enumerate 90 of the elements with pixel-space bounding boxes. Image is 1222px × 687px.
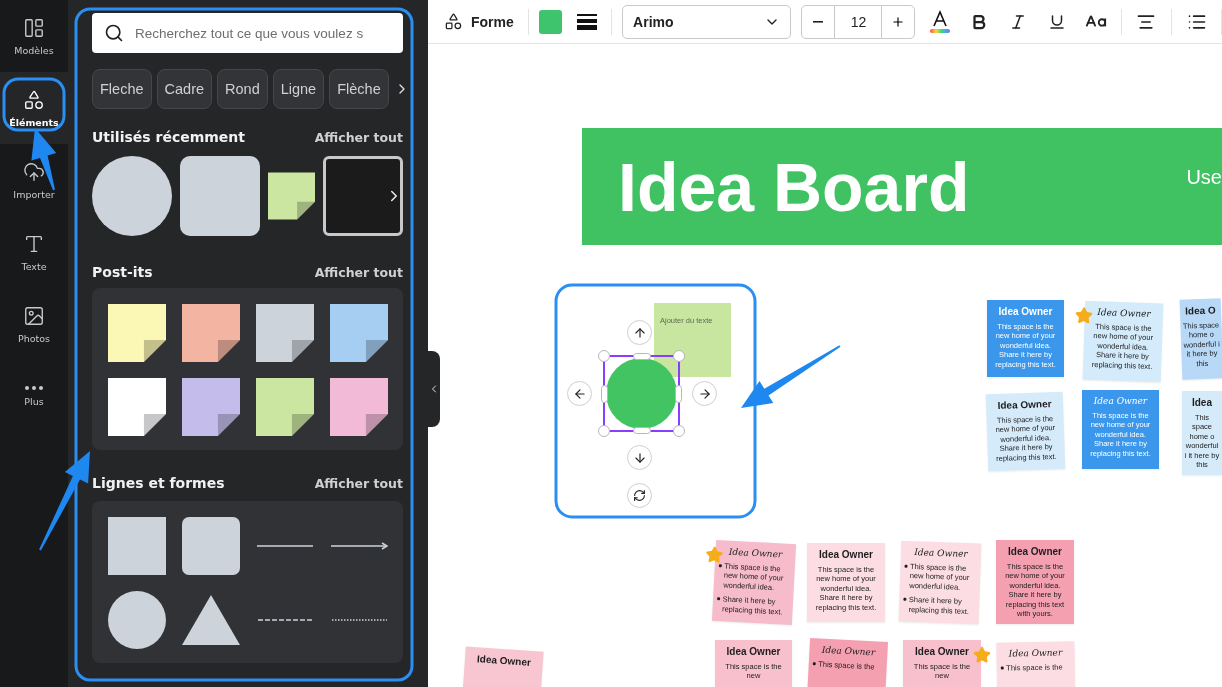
resize-handle[interactable] — [598, 350, 610, 362]
increase-size-button[interactable] — [881, 4, 916, 39]
move-right-button[interactable] — [692, 381, 717, 406]
line-shape[interactable] — [257, 544, 313, 548]
fill-color-swatch[interactable] — [538, 9, 563, 34]
note-title: Idea Owner — [997, 398, 1052, 411]
move-up-button[interactable] — [627, 320, 652, 345]
note-title: Idea O — [1185, 304, 1216, 317]
collapse-panel-button[interactable] — [428, 351, 440, 427]
shape-button[interactable]: Forme — [440, 5, 518, 38]
filter-chip[interactable]: Rond — [217, 69, 268, 109]
note-title: Idea Owner — [998, 306, 1053, 317]
move-down-button[interactable] — [627, 445, 652, 470]
rotate-button[interactable] — [627, 483, 652, 508]
arrow-right-icon — [697, 386, 712, 401]
board-subtitle: Use — [1186, 166, 1222, 189]
nav-item[interactable]: Texte — [0, 216, 68, 288]
dotted-line-shape[interactable] — [331, 618, 387, 622]
note-title: Idea Owner — [728, 546, 783, 560]
sticky-note-swatch[interactable] — [256, 304, 314, 362]
sticky-note-swatch[interactable] — [330, 304, 388, 362]
resize-handle[interactable] — [633, 427, 651, 434]
plus-icon — [891, 14, 906, 29]
filter-chip[interactable]: Ligne — [272, 69, 325, 109]
section-title: Post-its — [92, 264, 153, 280]
layout-icon — [23, 16, 45, 39]
image-icon — [23, 304, 45, 327]
sticky-note-swatch[interactable] — [182, 304, 240, 362]
note-title: Idea Owner — [915, 646, 969, 657]
bullet-dot — [718, 564, 722, 567]
note-title: Idea Owner — [1097, 307, 1151, 319]
resize-handle[interactable] — [601, 385, 608, 403]
resize-handle[interactable] — [675, 385, 682, 403]
rotate-icon — [633, 489, 646, 502]
section-title: Utilisés récemment — [92, 129, 245, 145]
dashed-line-shape[interactable] — [257, 618, 313, 622]
show-all-link[interactable]: Afficher tout — [314, 475, 403, 491]
sticky-note-swatch[interactable] — [182, 378, 240, 436]
bullet-dot — [904, 564, 908, 568]
line-weight-icon — [576, 13, 597, 30]
note-title: Idea Owner — [819, 549, 873, 560]
note-title: Idea — [1192, 397, 1212, 408]
nav-item[interactable]: Importer — [0, 144, 68, 216]
bullet-dot — [812, 662, 816, 665]
nav-item[interactable]: Modèles — [0, 0, 68, 72]
show-all-link[interactable]: Afficher tout — [314, 264, 403, 280]
note-title: Idea Owner — [1093, 396, 1148, 406]
dots-icon — [25, 385, 43, 390]
board-title: Idea Board — [618, 147, 970, 226]
move-left-button[interactable] — [567, 381, 592, 406]
font-size-field[interactable]: 12 — [835, 4, 882, 39]
note-title: Idea Owner — [1008, 647, 1063, 659]
filter-chip[interactable]: Flèche — [329, 69, 389, 109]
shapes-icon — [444, 12, 463, 31]
bullet-dot — [717, 597, 720, 600]
triangle-shape[interactable] — [182, 595, 240, 645]
frame-shape[interactable] — [323, 156, 403, 236]
note-title: Idea Owner — [726, 646, 781, 657]
highlight-frame — [2, 77, 66, 132]
sticky-note-swatch[interactable] — [108, 304, 166, 362]
minus-icon — [813, 20, 824, 23]
sticky-note-swatch[interactable] — [256, 378, 314, 436]
sticky-note-swatch[interactable] — [330, 378, 388, 436]
resize-handle[interactable] — [598, 425, 610, 437]
cloud-upload-icon — [23, 160, 45, 183]
arrow-line-shape[interactable] — [330, 542, 388, 550]
font-dropdown[interactable]: Arimo — [622, 4, 792, 39]
text-color-icon — [929, 9, 951, 34]
note-title: Idea Owner — [1008, 546, 1062, 557]
sticky-note-swatch[interactable] — [108, 378, 166, 436]
bullet-dot — [903, 597, 906, 601]
search-icon — [104, 23, 124, 43]
search-field[interactable]: Recherchez tout ce que vous voulez s — [92, 13, 403, 53]
show-all-link[interactable]: Afficher tout — [314, 129, 403, 145]
circle-shape[interactable] — [108, 591, 166, 649]
resize-handle[interactable] — [633, 353, 651, 360]
bullet-dot — [1000, 666, 1004, 670]
arrow-left-icon — [572, 386, 587, 401]
filter-chip[interactable]: Fleche — [92, 69, 152, 109]
nav-item[interactable]: Plus — [0, 360, 68, 432]
shapes-icon — [23, 88, 45, 111]
callout-arrow — [31, 128, 57, 191]
nav-item[interactable]: Photos — [0, 288, 68, 360]
resize-handle[interactable] — [673, 425, 685, 437]
note-title: Idea Owner — [914, 547, 968, 559]
note-title: Idea Owner — [476, 653, 532, 668]
note-title: Idea Owner — [821, 644, 876, 658]
underline-icon — [1048, 12, 1067, 31]
section-title: Lignes et formes — [92, 475, 225, 491]
filter-chip[interactable]: Cadre — [156, 69, 213, 109]
